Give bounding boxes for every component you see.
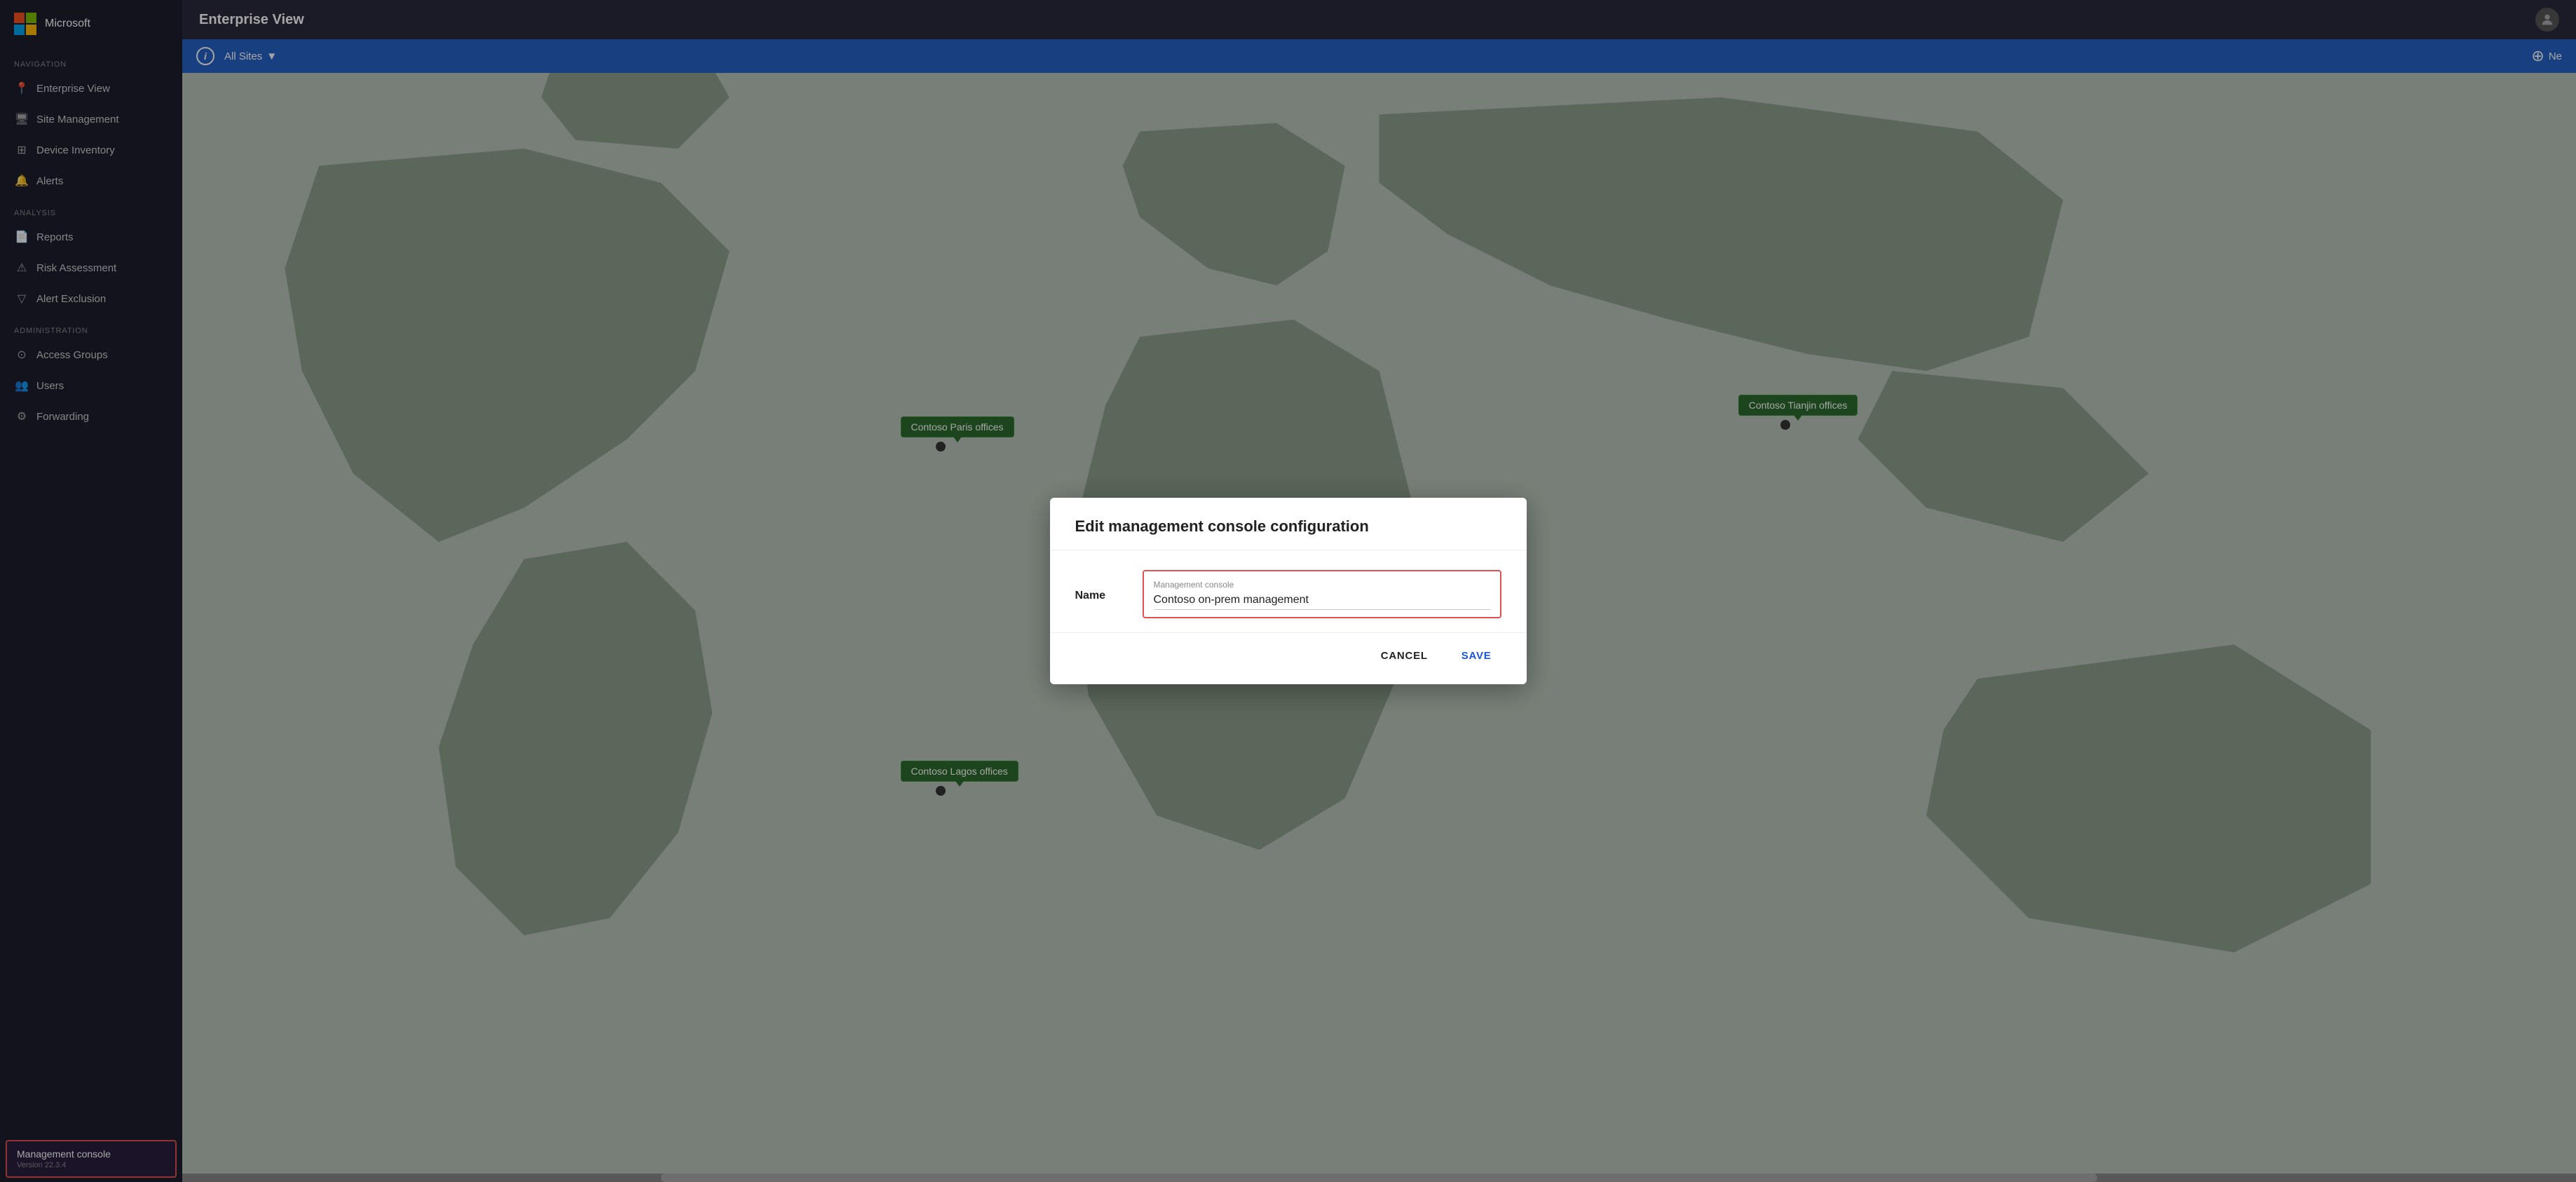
cancel-button[interactable]: CANCEL (1371, 644, 1438, 667)
modal-name-label: Name (1075, 570, 1117, 602)
modal-title: Edit management console configuration (1075, 517, 1501, 536)
modal-input-wrapper: Management console (1143, 570, 1501, 618)
modal-footer: CANCEL SAVE (1050, 632, 1527, 684)
modal-overlay: Edit management console configuration Na… (0, 0, 2576, 1182)
save-button[interactable]: SAVE (1452, 644, 1501, 667)
modal-body: Name Management console (1050, 550, 1527, 632)
modal-header: Edit management console configuration (1050, 498, 1527, 550)
edit-console-modal: Edit management console configuration Na… (1050, 498, 1527, 684)
management-console-name-input[interactable] (1154, 594, 1490, 610)
modal-input-placeholder: Management console (1154, 580, 1490, 590)
